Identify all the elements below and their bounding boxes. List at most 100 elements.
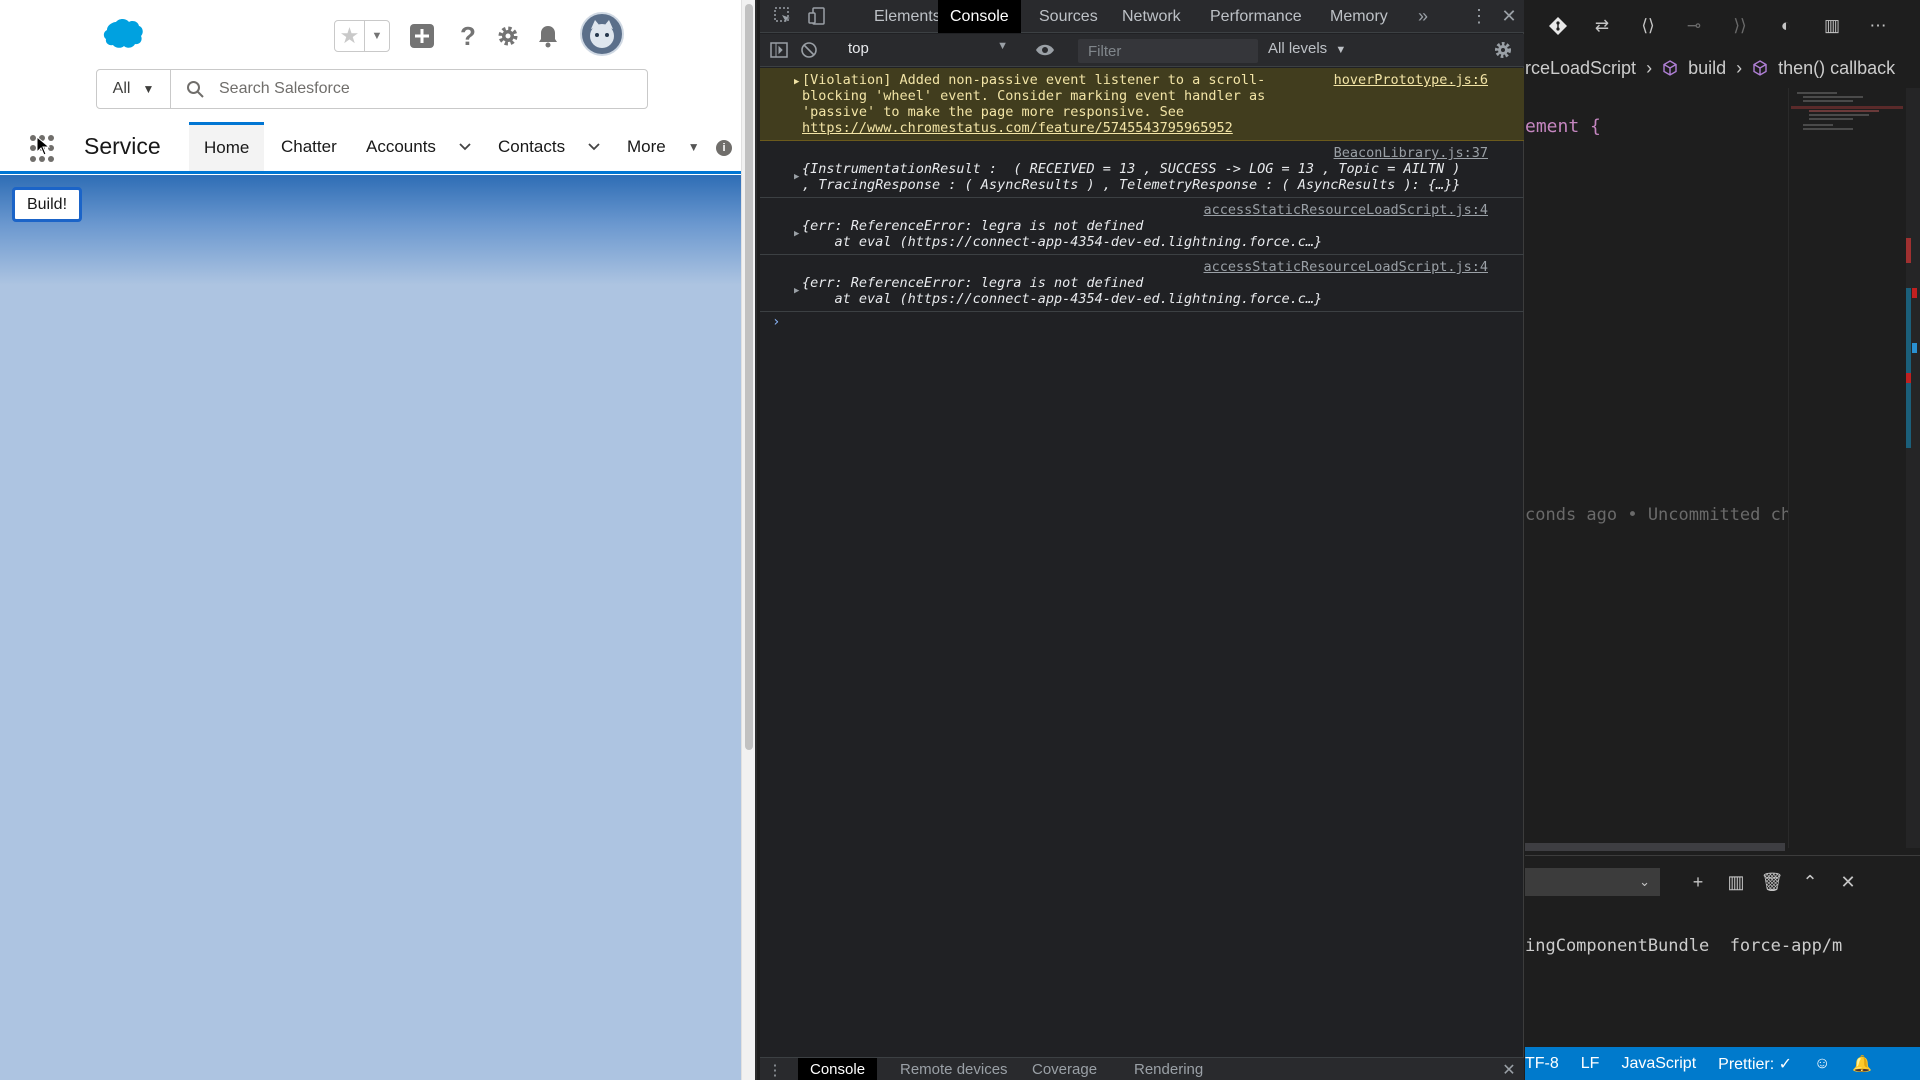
horizontal-scrollbar[interactable] xyxy=(1525,843,1785,851)
minimap[interactable] xyxy=(1788,88,1906,848)
chevron-up-icon[interactable]: ⌃ xyxy=(1797,869,1823,895)
breadcrumb-file[interactable]: rceLoadScript xyxy=(1525,58,1636,79)
avatar[interactable] xyxy=(580,12,624,56)
drawer-tab-coverage[interactable]: Coverage xyxy=(1020,1058,1109,1080)
device-toolbar-icon[interactable] xyxy=(806,5,828,27)
encoding-status[interactable]: TF-8 xyxy=(1525,1055,1559,1073)
clear-console-icon[interactable] xyxy=(798,39,820,61)
close-icon[interactable]: ✕ xyxy=(1835,869,1861,895)
tab-network[interactable]: Network xyxy=(1110,0,1193,33)
overview-ruler[interactable] xyxy=(1906,88,1920,848)
source-link[interactable]: accessStaticResourceLoadScript.js:4 xyxy=(790,202,1488,218)
global-search[interactable]: All ▼ Search Salesforce xyxy=(96,69,648,109)
source-link[interactable]: hoverPrototype.js:6 xyxy=(1334,72,1488,88)
more-tabs-icon[interactable]: » xyxy=(1412,5,1434,27)
source-link[interactable]: BeaconLibrary.js:37 xyxy=(790,145,1488,161)
terminal-select[interactable]: ⌄ xyxy=(1525,868,1660,896)
info-icon[interactable]: i xyxy=(716,140,732,156)
next-change-icon[interactable]: ⟩⟩ xyxy=(1727,13,1753,39)
chevron-down-icon: ⌄ xyxy=(1639,874,1650,889)
console-message: accessStaticResourceLoadScript.js:4 ▶ {e… xyxy=(760,198,1524,255)
favorites-control[interactable]: ★ ▼ xyxy=(334,20,390,52)
home-page-body xyxy=(0,175,743,1080)
chevron-down-icon[interactable] xyxy=(458,140,472,154)
more-actions-icon[interactable]: ⋯ xyxy=(1865,13,1891,39)
tab-accounts[interactable]: Accounts xyxy=(366,122,472,171)
search-input[interactable]: Search Salesforce xyxy=(219,80,350,98)
git-icon[interactable] xyxy=(1545,13,1571,39)
expand-arrow-icon[interactable]: ▶ xyxy=(794,74,799,90)
build-button[interactable]: Build! xyxy=(12,187,82,222)
global-actions-icon[interactable] xyxy=(406,20,438,52)
code-line[interactable]: ement { xyxy=(1525,116,1601,137)
filter-input[interactable]: Filter xyxy=(1078,39,1258,63)
tab-home[interactable]: Home xyxy=(189,122,265,171)
star-icon[interactable]: ★ xyxy=(335,21,365,51)
chevron-down-icon[interactable]: ▼ xyxy=(365,21,389,51)
drawer-tab-console[interactable]: Console xyxy=(798,1058,878,1080)
breadcrumb-callback[interactable]: then() callback xyxy=(1778,58,1895,79)
plus-icon[interactable]: + xyxy=(1685,869,1711,895)
chevron-right-icon: › xyxy=(1646,57,1653,78)
mouse-cursor-icon xyxy=(36,136,50,156)
tab-sources[interactable]: Sources xyxy=(1027,0,1110,33)
log-levels-select[interactable]: All levels ▼ xyxy=(1268,40,1346,57)
tab-memory[interactable]: Memory xyxy=(1318,0,1400,33)
global-header: ★ ▼ ? All ▼ Search Salesforce xyxy=(0,0,743,122)
drawer-tab-remote-devices[interactable]: Remote devices xyxy=(888,1058,1020,1080)
search-scope-select[interactable]: All ▼ xyxy=(97,70,171,108)
expand-arrow-icon[interactable]: ▶ xyxy=(794,226,799,242)
salesforce-window: ★ ▼ ? All ▼ Search Salesforce Service Ho… xyxy=(0,0,757,1080)
tab-more[interactable]: More ▼ xyxy=(627,122,700,171)
split-terminal-icon[interactable]: ▥ xyxy=(1723,869,1749,895)
devtools-tabbar: Elements Console Sources Network Perform… xyxy=(760,0,1524,33)
trash-icon[interactable]: 🗑 xyxy=(1759,869,1785,895)
gear-icon[interactable] xyxy=(1492,39,1514,61)
kebab-menu-icon[interactable]: ⋮ xyxy=(1468,5,1490,27)
sidebar-toggle-icon[interactable] xyxy=(768,39,790,61)
page-scrollbar[interactable] xyxy=(741,0,755,1080)
feedback-icon[interactable]: ☺ xyxy=(1814,1055,1830,1073)
tab-chatter[interactable]: Chatter xyxy=(281,122,337,171)
bell-icon[interactable] xyxy=(532,20,564,52)
tab-performance[interactable]: Performance xyxy=(1198,0,1314,33)
bell-icon[interactable]: 🔔 xyxy=(1852,1054,1872,1074)
scrollbar-thumb[interactable] xyxy=(745,4,753,750)
compare-changes-icon[interactable]: ⇄ xyxy=(1589,13,1615,39)
status-bar: TF-8 LF JavaScript Prettier: ✓ ☺ 🔔 xyxy=(1525,1047,1920,1080)
expand-arrow-icon[interactable]: ▶ xyxy=(794,283,799,299)
chevron-down-icon: ▼ xyxy=(142,82,155,96)
kebab-menu-icon[interactable]: ⋮ xyxy=(764,1058,786,1080)
close-icon[interactable]: ✕ xyxy=(1498,5,1520,27)
source-link[interactable]: accessStaticResourceLoadScript.js:4 xyxy=(790,259,1488,275)
prettier-status[interactable]: Prettier: ✓ xyxy=(1718,1054,1792,1074)
terminal-output[interactable]: ingComponentBundle force-app/m xyxy=(1525,936,1842,956)
chevron-down-icon: ▼ xyxy=(1335,44,1347,56)
context-select[interactable]: top ▼ xyxy=(848,40,1008,62)
split-editor-icon[interactable]: ▥ xyxy=(1819,13,1845,39)
tab-contacts[interactable]: Contacts xyxy=(498,122,601,171)
salesforce-logo[interactable] xyxy=(96,18,144,52)
line-ending-status[interactable]: LF xyxy=(1581,1055,1600,1073)
terminal-panel: ⌄ + ▥ 🗑 ⌃ ✕ ingComponentBundle force-app… xyxy=(1525,855,1920,1047)
console-message-warning: ▶ hoverPrototype.js:6 [Violation] Added … xyxy=(760,68,1524,141)
inspect-element-icon[interactable] xyxy=(772,5,794,27)
cube-icon xyxy=(1753,60,1767,76)
expand-arrow-icon[interactable]: ▶ xyxy=(794,169,799,185)
chromestatus-link[interactable]: https://www.chromestatus.com/feature/574… xyxy=(802,120,1233,136)
eye-icon[interactable] xyxy=(1034,39,1056,61)
app-navigation: Service Home Chatter Accounts Contacts M… xyxy=(0,122,743,174)
drawer-tab-rendering[interactable]: Rendering xyxy=(1122,1058,1215,1080)
help-icon[interactable]: ? xyxy=(452,20,484,52)
timeline-icon[interactable]: ◐ xyxy=(1773,13,1799,39)
console-output: ▶ hoverPrototype.js:6 [Violation] Added … xyxy=(760,68,1524,1058)
tab-console[interactable]: Console xyxy=(938,0,1021,33)
console-prompt[interactable]: › xyxy=(760,312,1524,332)
commit-icon[interactable]: ⊸ xyxy=(1681,13,1707,39)
close-icon[interactable]: ✕ xyxy=(1498,1058,1520,1080)
gear-icon[interactable] xyxy=(492,20,524,52)
chevron-down-icon[interactable] xyxy=(587,140,601,154)
language-mode-status[interactable]: JavaScript xyxy=(1621,1055,1696,1073)
breadcrumb-symbol[interactable]: build xyxy=(1688,58,1726,79)
previous-change-icon[interactable]: ⟨⟩ xyxy=(1635,13,1661,39)
